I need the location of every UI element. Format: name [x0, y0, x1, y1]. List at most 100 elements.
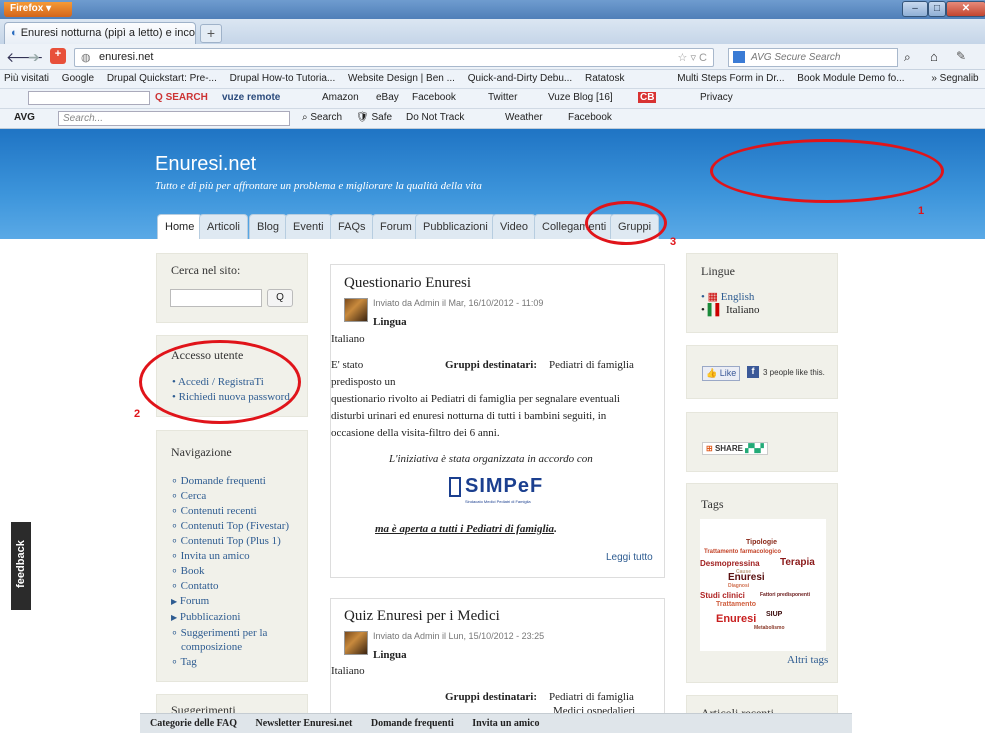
- facebook-like-block: 👍 Like f 3 people like this.: [686, 345, 838, 399]
- feedback-tab[interactable]: feedback: [11, 522, 31, 610]
- footer-link[interactable]: Categorie delle FAQ: [150, 718, 237, 729]
- search-magnifier-icon[interactable]: ⌕: [904, 50, 911, 65]
- maximize-button[interactable]: □: [928, 1, 946, 17]
- facebook-link[interactable]: Facebook: [412, 92, 456, 103]
- bookmark-item[interactable]: Drupal Quickstart: Pre-...: [107, 73, 217, 84]
- amazon-link[interactable]: Amazon: [322, 92, 359, 103]
- site-search-input[interactable]: [170, 289, 262, 307]
- tag-word[interactable]: Trattamento farmacologico: [704, 549, 781, 555]
- bookmark-item[interactable]: » Segnalib: [931, 73, 978, 84]
- close-window-button[interactable]: ✕: [946, 1, 985, 17]
- avg-safe-label: Safe: [371, 112, 393, 123]
- minimize-button[interactable]: –: [902, 1, 928, 17]
- bookmark-item[interactable]: Book Module Demo fo...: [797, 73, 904, 84]
- simpef-logo-text: SIMPeF: [465, 475, 544, 497]
- tag-word[interactable]: Tipologie: [746, 539, 777, 546]
- site-title[interactable]: Enuresi.net: [155, 153, 256, 176]
- forward-arrow-icon[interactable]: ➔: [28, 49, 40, 66]
- author-avatar: [344, 631, 368, 655]
- toolbar-search-field[interactable]: [28, 91, 150, 105]
- nav-link[interactable]: ∘ Domande frequenti: [171, 474, 303, 488]
- avg-toolbar: AVG Search... ⌕ Search 🛡 Safe Do Not Tra…: [0, 109, 985, 129]
- cb-button[interactable]: CB: [638, 92, 657, 103]
- bookmark-item[interactable]: Drupal How-to Tutoria...: [230, 73, 336, 84]
- nav-link[interactable]: ∘ Contenuti recenti: [171, 504, 303, 518]
- avg-menu-button[interactable]: AVG: [14, 112, 35, 123]
- addon-icon[interactable]: +: [50, 48, 66, 64]
- nav-link[interactable]: ▶ Pubblicazioni: [171, 610, 303, 625]
- annotation-ellipse: [585, 201, 667, 245]
- bookmark-item[interactable]: Website Design | Ben ...: [348, 73, 455, 84]
- avg-facebook-button[interactable]: Facebook: [568, 112, 612, 123]
- tag-word[interactable]: Enuresi: [716, 613, 756, 625]
- gruppi-value[interactable]: Pediatri di famiglia: [549, 691, 634, 703]
- nav-link[interactable]: ∘ Invita un amico: [171, 549, 303, 563]
- nav-link[interactable]: ∘ Contatto: [171, 579, 303, 593]
- new-tab-button[interactable]: +: [200, 24, 222, 43]
- tab-articoli[interactable]: Articoli: [199, 214, 249, 239]
- footer-link[interactable]: Newsletter Enuresi.net: [256, 718, 353, 729]
- toolbar-search-button[interactable]: Q SEARCH: [155, 92, 208, 103]
- gruppi-value[interactable]: Pediatri di famiglia: [549, 359, 634, 371]
- bookmark-item[interactable]: Google: [62, 73, 94, 84]
- tag-word[interactable]: SIUP: [766, 611, 782, 618]
- tag-word[interactable]: Metabolismo: [754, 625, 785, 631]
- bookmark-item[interactable]: Multi Steps Form in Dr...: [677, 73, 784, 84]
- browser-tab[interactable]: ◐ Enuresi notturna (pipì a letto) e inco…: [4, 22, 196, 44]
- ebay-link[interactable]: eBay: [376, 92, 399, 103]
- nav-link[interactable]: ▶ Forum: [171, 594, 303, 609]
- weather-button[interactable]: Weather: [505, 112, 543, 123]
- tab-video[interactable]: Video: [492, 214, 536, 239]
- tag-word[interactable]: Diagnosi: [728, 583, 749, 589]
- footer-link[interactable]: Invita un amico: [472, 718, 539, 729]
- nav-link[interactable]: ∘ Book: [171, 564, 303, 578]
- site-search-button[interactable]: Q: [267, 289, 293, 307]
- tag-cloud: Tipologie Trattamento farmacologico Desm…: [700, 519, 826, 651]
- simpef-logo: SIMPeF Sindacato Medici Pediatri di Fami…: [449, 475, 559, 509]
- tag-word[interactable]: Enuresi: [728, 572, 765, 583]
- tag-word[interactable]: Desmopressina: [700, 559, 760, 568]
- avg-search-button[interactable]: ⌕ Search: [302, 112, 342, 123]
- nav-link[interactable]: ∘ Cerca: [171, 489, 303, 503]
- firefox-menu-button[interactable]: Firefox ▾: [4, 2, 72, 17]
- tag-word[interactable]: Terapia: [780, 557, 815, 568]
- nav-link[interactable]: ∘ Suggerimenti per la composizione: [171, 626, 303, 654]
- privacy-button[interactable]: Privacy: [700, 92, 733, 103]
- article-title[interactable]: Questionario Enuresi: [344, 275, 471, 292]
- bookmark-item[interactable]: Ratatosk: [585, 73, 624, 84]
- tab-pubblicazioni[interactable]: Pubblicazioni: [415, 214, 496, 239]
- tab-eventi[interactable]: Eventi: [285, 214, 332, 239]
- url-bar[interactable]: ◍ enuresi.net ☆ ▿ C: [74, 48, 714, 67]
- tag-word[interactable]: Studi clinici: [700, 591, 745, 600]
- tab-forum[interactable]: Forum: [372, 214, 420, 239]
- tag-word[interactable]: Trattamento: [716, 601, 756, 608]
- tab-home[interactable]: Home: [157, 214, 203, 239]
- tag-word[interactable]: Fattori predisponenti: [760, 592, 810, 598]
- nav-link[interactable]: ∘ Contenuti Top (Fivestar): [171, 519, 303, 533]
- twitter-link[interactable]: Twitter: [488, 92, 517, 103]
- tab-blog[interactable]: Blog: [249, 214, 288, 239]
- bookmark-item[interactable]: Più visitati: [4, 73, 49, 84]
- vuze-remote-button[interactable]: vuze remote: [222, 92, 280, 103]
- extensions-icon[interactable]: ✎: [956, 49, 966, 63]
- nav-link[interactable]: ∘ Tag: [171, 655, 303, 669]
- more-tags-link[interactable]: Altri tags: [787, 654, 828, 666]
- share-button[interactable]: ⊞ SHARE ▞▚▞: [702, 442, 768, 455]
- tab-faqs[interactable]: FAQs: [330, 214, 374, 239]
- article-meta: Inviato da Admin il Mar, 16/10/2012 - 11…: [373, 298, 544, 308]
- language-english-link[interactable]: • ▦ English: [701, 290, 754, 303]
- nav-link[interactable]: ∘ Contenuti Top (Plus 1): [171, 534, 303, 548]
- avg-search-input[interactable]: Search...: [58, 111, 290, 126]
- facebook-like-button[interactable]: 👍 Like: [702, 366, 741, 381]
- bookmark-star-icon[interactable]: ☆ ▿ C: [678, 51, 707, 64]
- do-not-track-button[interactable]: Do Not Track: [406, 112, 464, 123]
- bookmark-item[interactable]: Quick-and-Dirty Debu...: [468, 73, 572, 84]
- vuze-blog-link[interactable]: Vuze Blog [16]: [548, 92, 613, 103]
- avg-safe-button[interactable]: 🛡 Safe: [356, 112, 392, 123]
- footer-link[interactable]: Domande frequenti: [371, 718, 454, 729]
- home-icon[interactable]: ⌂: [930, 49, 938, 64]
- article-title[interactable]: Quiz Enuresi per i Medici: [344, 608, 500, 625]
- web-search-input[interactable]: AVG Secure Search: [728, 48, 898, 67]
- article-emphasis: ma è aperta a tutti i Pediatri di famigl…: [375, 523, 557, 535]
- read-more-link[interactable]: Leggi tutto: [606, 552, 653, 563]
